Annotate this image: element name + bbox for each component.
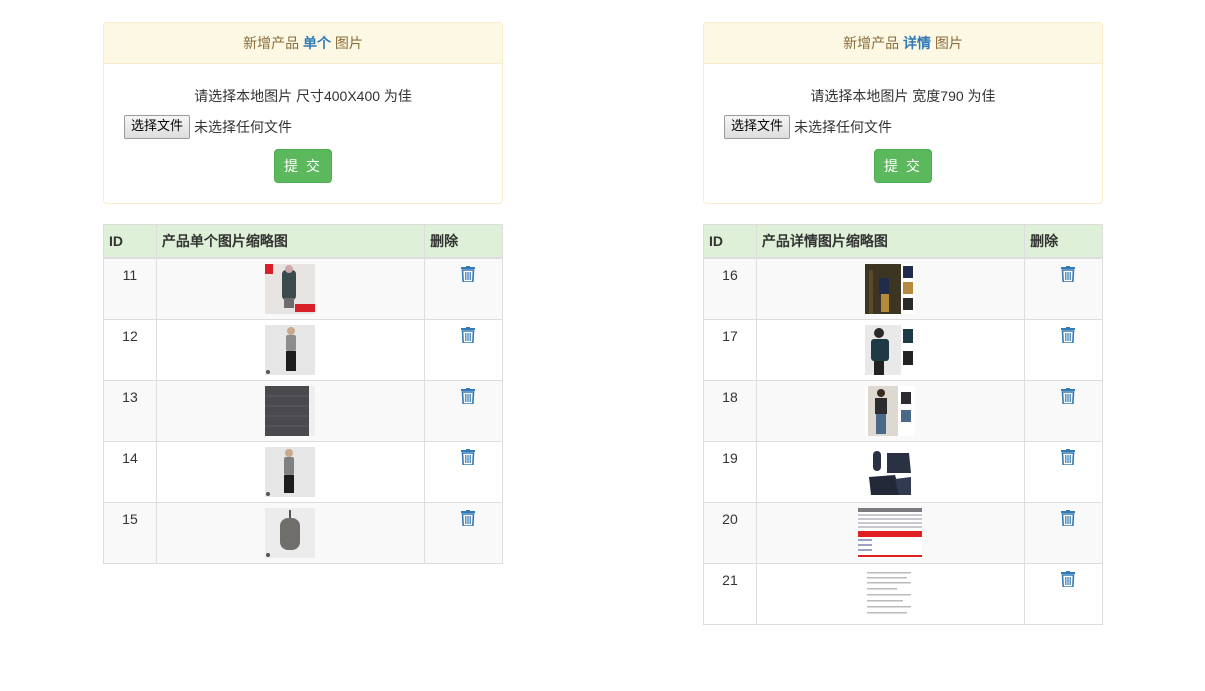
- file-status: 未选择任何文件: [194, 119, 293, 135]
- column-header-id: ID: [703, 224, 757, 259]
- row-id: 12: [103, 318, 157, 381]
- row-id: 18: [703, 379, 757, 442]
- panel-heading: 新增产品 单个 图片: [104, 23, 502, 64]
- heading-prefix: 新增产品: [243, 35, 300, 51]
- upload-hint: 请选择本地图片 尺寸400X400 为佳: [194, 88, 412, 104]
- product-thumbnail[interactable]: [265, 324, 316, 375]
- row-id: 20: [703, 501, 757, 564]
- trash-icon[interactable]: [1061, 509, 1076, 526]
- row-id: 21: [703, 562, 757, 625]
- table-row: 20: [703, 501, 1103, 564]
- table-row: 15: [103, 501, 503, 564]
- product-thumbnail[interactable]: [265, 385, 316, 436]
- single-image-section: 新增产品 单个 图片 请选择本地图片 尺寸400X400 为佳 选择文件 未选择…: [103, 22, 503, 564]
- column-header-thumbnail: 产品单个图片缩略图: [155, 224, 426, 259]
- product-thumbnail[interactable]: [265, 446, 316, 497]
- detail-thumbnail[interactable]: [865, 324, 916, 375]
- trash-icon[interactable]: [461, 448, 476, 465]
- heading-highlight: 详情: [903, 35, 931, 51]
- column-header-delete: 删除: [424, 224, 503, 259]
- product-thumbnail[interactable]: [265, 263, 316, 314]
- table-row: 17: [703, 318, 1103, 381]
- table-row: 14: [103, 440, 503, 503]
- table-row: 11: [103, 257, 503, 320]
- upload-hint: 请选择本地图片 宽度790 为佳: [810, 88, 996, 104]
- panel-heading: 新增产品 详情 图片: [704, 23, 1102, 64]
- column-header-delete: 删除: [1024, 224, 1103, 259]
- row-id: 13: [103, 379, 157, 442]
- row-id: 17: [703, 318, 757, 381]
- column-header-thumbnail: 产品详情图片缩略图: [755, 224, 1026, 259]
- heading-highlight: 单个: [303, 35, 331, 51]
- trash-icon[interactable]: [1061, 265, 1076, 282]
- detail-thumbnail[interactable]: [865, 385, 916, 436]
- detail-thumbnail[interactable]: [865, 263, 916, 314]
- table-row: 18: [703, 379, 1103, 442]
- product-thumbnail[interactable]: [265, 507, 316, 558]
- single-upload-panel: 新增产品 单个 图片 请选择本地图片 尺寸400X400 为佳 选择文件 未选择…: [103, 22, 503, 204]
- table-row: 19: [703, 440, 1103, 503]
- detail-image-table: ID 产品详情图片缩略图 删除 16 17 18 19 20 21: [703, 224, 1103, 625]
- heading-prefix: 新增产品: [843, 35, 900, 51]
- trash-icon[interactable]: [1061, 448, 1076, 465]
- file-status: 未选择任何文件: [794, 119, 893, 135]
- detail-image-section: 新增产品 详情 图片 请选择本地图片 宽度790 为佳 选择文件 未选择任何文件…: [703, 22, 1103, 625]
- heading-suffix: 图片: [934, 35, 963, 51]
- detail-upload-panel: 新增产品 详情 图片 请选择本地图片 宽度790 为佳 选择文件 未选择任何文件…: [703, 22, 1103, 204]
- trash-icon[interactable]: [1061, 326, 1076, 343]
- row-id: 19: [703, 440, 757, 503]
- row-id: 15: [103, 501, 157, 564]
- detail-thumbnail[interactable]: [865, 446, 916, 497]
- trash-icon[interactable]: [1061, 570, 1076, 587]
- table-row: 12: [103, 318, 503, 381]
- detail-thumbnail[interactable]: [865, 568, 916, 619]
- trash-icon[interactable]: [461, 509, 476, 526]
- table-row: 21: [703, 562, 1103, 625]
- row-id: 11: [103, 257, 157, 320]
- trash-icon[interactable]: [461, 265, 476, 282]
- single-image-table: ID 产品单个图片缩略图 删除 11 12 13 14 15: [103, 224, 503, 564]
- submit-button[interactable]: 提 交: [274, 149, 332, 183]
- trash-icon[interactable]: [461, 387, 476, 404]
- trash-icon[interactable]: [1061, 387, 1076, 404]
- row-id: 16: [703, 257, 757, 320]
- trash-icon[interactable]: [461, 326, 476, 343]
- heading-suffix: 图片: [334, 35, 363, 51]
- column-header-id: ID: [103, 224, 157, 259]
- submit-button[interactable]: 提 交: [874, 149, 932, 183]
- table-row: 13: [103, 379, 503, 442]
- row-id: 14: [103, 440, 157, 503]
- choose-file-button[interactable]: 选择文件: [124, 115, 191, 139]
- detail-thumbnail[interactable]: [858, 507, 923, 558]
- table-row: 16: [703, 257, 1103, 320]
- choose-file-button[interactable]: 选择文件: [724, 115, 791, 139]
